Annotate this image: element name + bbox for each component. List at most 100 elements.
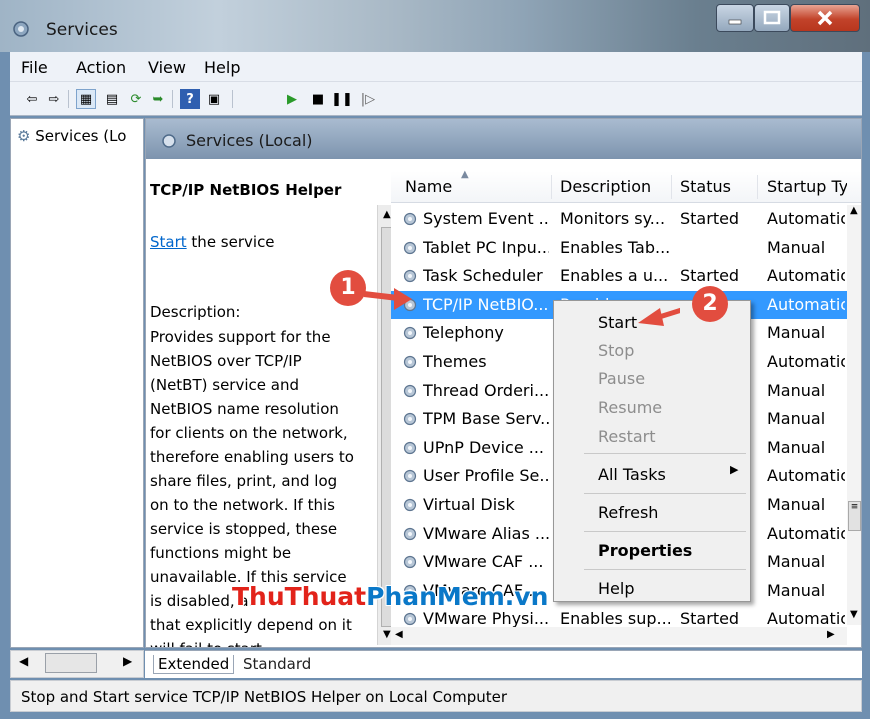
- menu-item-properties[interactable]: Properties: [598, 541, 692, 560]
- scroll-left-icon[interactable]: ◀: [19, 654, 28, 668]
- menu-file[interactable]: File: [21, 58, 48, 77]
- cell-status: Started: [680, 609, 740, 629]
- pause-icon[interactable]: ❚❚: [331, 89, 353, 109]
- column-divider[interactable]: [551, 175, 552, 199]
- cell-startup-type: Automatic: [767, 209, 845, 228]
- column-description[interactable]: Description: [560, 177, 651, 196]
- cell-name: VMware Physi...: [423, 609, 549, 629]
- panel-header-title: Services (Local): [186, 131, 313, 150]
- services-gear-icon: ⚙: [17, 127, 31, 145]
- cell-name: User Profile Se...: [423, 466, 549, 486]
- help-icon[interactable]: ?: [180, 89, 200, 109]
- cell-description: Enables Tab...: [560, 237, 670, 257]
- cell-status: Started: [680, 209, 740, 228]
- tree-item-services-local[interactable]: ⚙ Services (Lo: [17, 127, 126, 145]
- menu-item-resume[interactable]: Resume: [598, 398, 662, 417]
- menu-item-pause[interactable]: Pause: [598, 369, 645, 388]
- back-arrow-icon[interactable]: ⇦: [22, 89, 42, 109]
- tab-standard[interactable]: Standard: [243, 655, 311, 673]
- cell-description: Enables sup...: [560, 609, 670, 629]
- start-service-link-line: Start the service: [150, 233, 275, 251]
- minimize-button[interactable]: [716, 4, 754, 32]
- scroll-thumb[interactable]: ≡: [848, 501, 861, 531]
- scroll-right-icon[interactable]: ▶: [827, 629, 835, 640]
- list-horizontal-scrollbar[interactable]: ◀ ▶: [391, 627, 847, 645]
- show-hide-tree-icon[interactable]: ▦: [76, 89, 96, 109]
- play-icon[interactable]: ▶: [282, 89, 302, 109]
- menu-item-all-tasks[interactable]: All Tasks: [598, 465, 666, 484]
- menu-item-stop[interactable]: Stop: [598, 341, 634, 360]
- service-gear-icon: [403, 413, 417, 426]
- close-icon: [817, 10, 833, 26]
- menu-item-refresh[interactable]: Refresh: [598, 503, 658, 522]
- scroll-thumb[interactable]: [45, 653, 97, 673]
- menu-view[interactable]: View: [148, 58, 186, 77]
- panel-header: Services (Local): [146, 119, 861, 159]
- cell-startup-type: Automatic: [767, 294, 845, 314]
- refresh-icon[interactable]: ⟳: [126, 89, 146, 109]
- menu-item-restart[interactable]: Restart: [598, 427, 656, 446]
- table-row[interactable]: System Event ... Monitors sy... Started Aut…: [391, 205, 861, 233]
- column-startup-type[interactable]: Startup Ty: [767, 177, 847, 196]
- scroll-left-icon[interactable]: ◀: [395, 629, 403, 640]
- table-row[interactable]: Tablet PC Inpu... Enables Tab... Manual: [391, 234, 861, 262]
- cell-name: Tablet PC Inpu...: [423, 237, 549, 257]
- status-text: Stop and Start service TCP/IP NetBIOS He…: [21, 688, 508, 706]
- minimize-icon: [728, 19, 742, 25]
- maximize-button[interactable]: [754, 4, 790, 32]
- cell-name: Thread Orderi...: [423, 380, 549, 400]
- title-bar[interactable]: Services: [0, 0, 870, 52]
- service-gear-icon: [403, 355, 417, 369]
- export-list-icon[interactable]: ➥: [148, 89, 168, 109]
- start-link-suffix: the service: [186, 233, 275, 251]
- column-name[interactable]: Name: [405, 177, 452, 196]
- close-button[interactable]: [790, 4, 860, 32]
- forward-arrow-icon[interactable]: ⇨: [44, 89, 64, 109]
- list-vertical-scrollbar[interactable]: ▲ ≡ ▼: [847, 205, 861, 625]
- description-line: share files, print, and log: [150, 472, 338, 490]
- list-header: Name ▲ Description Status Startup Ty: [391, 169, 861, 203]
- cell-startup-type: Automatic: [767, 352, 845, 371]
- column-divider[interactable]: [671, 175, 672, 199]
- cell-description: Monitors sy...: [560, 209, 666, 228]
- view-tabs: Extended Standard: [145, 650, 862, 678]
- console-icon[interactable]: ▣: [204, 89, 224, 109]
- service-gear-icon: [403, 441, 417, 454]
- services-window: Services File Action View Help ⇦ ⇨ ▦ ▤ ⟳…: [0, 0, 870, 719]
- scroll-down-icon[interactable]: ▼: [850, 609, 858, 620]
- cell-startup-type: Manual: [767, 380, 826, 400]
- resume-icon[interactable]: |▷: [358, 89, 378, 109]
- toolbar: ⇦ ⇨ ▦ ▤ ⟳ ➥ ? ▣ ▶ ■ ❚❚ |▷: [10, 82, 862, 116]
- maximize-icon: [763, 10, 781, 25]
- description-line: NetBIOS over TCP/IP: [150, 352, 302, 370]
- tree-item-label: Services (Lo: [35, 127, 127, 145]
- column-status[interactable]: Status: [680, 177, 731, 196]
- stop-icon[interactable]: ■: [308, 89, 328, 109]
- menu-separator: [584, 493, 746, 494]
- service-gear-icon: [403, 212, 417, 226]
- tree-horizontal-scrollbar[interactable]: ◀ ▶: [10, 650, 144, 678]
- service-gear-icon: [403, 384, 417, 397]
- cell-startup-type: Automatic: [767, 266, 845, 286]
- watermark-part: .vn: [504, 582, 549, 611]
- properties-icon[interactable]: ▤: [102, 89, 122, 109]
- service-gear-icon: [403, 613, 417, 626]
- scroll-down-icon[interactable]: ▼: [383, 629, 391, 640]
- menu-action[interactable]: Action: [76, 58, 126, 77]
- tab-extended[interactable]: Extended: [153, 655, 235, 674]
- start-service-link[interactable]: Start: [150, 233, 187, 251]
- submenu-arrow-icon: ▶: [730, 463, 739, 476]
- column-divider[interactable]: [757, 175, 758, 199]
- cell-startup-type: Manual: [767, 552, 826, 572]
- scroll-right-icon[interactable]: ▶: [123, 654, 132, 668]
- cell-startup-type: Automatic: [767, 523, 845, 543]
- sort-ascending-icon: ▲: [461, 169, 469, 180]
- cell-name: System Event ...: [423, 209, 549, 228]
- menu-help[interactable]: Help: [204, 58, 240, 77]
- scroll-up-icon[interactable]: ▲: [850, 205, 858, 216]
- description-label: Description:: [150, 303, 241, 321]
- cell-name: VMware Alias ...: [423, 523, 549, 543]
- cell-startup-type: Manual: [767, 323, 826, 343]
- menu-item-help[interactable]: Help: [598, 579, 634, 598]
- scroll-up-icon[interactable]: ▲: [383, 209, 391, 220]
